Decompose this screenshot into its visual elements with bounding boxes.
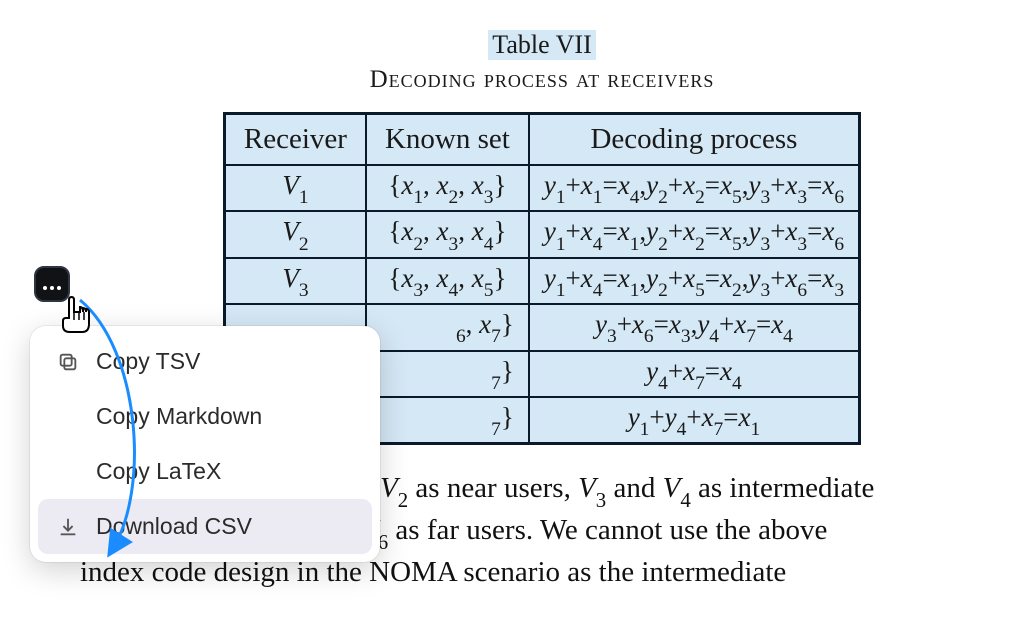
menu-item-label: Copy TSV [96,348,200,375]
cell-decoding: y1+x4=x1,y2+x5=x2,y3+x6=x3 [529,258,860,304]
menu-item-copy-latex[interactable]: Copy LaTeX [38,444,372,499]
menu-item-download-csv[interactable]: Download CSV [38,499,372,554]
table-row: V1 {x1, x2, x3} y1+x1=x4,y2+x2=x5,y3+x3=… [224,165,859,211]
ellipsis-icon [43,286,61,290]
table-number: Table VII [488,30,596,60]
cell-decoding: y4+x7=x4 [529,351,860,397]
col-receiver: Receiver [224,114,366,166]
text: as intermediate [691,472,875,504]
cell-known: 6, x7} [366,304,529,350]
cell-known: 7} [366,397,529,444]
cell-receiver: V2 [224,211,366,257]
table-row: V3 {x3, x4, x5} y1+x4=x1,y2+x5=x2,y3+x6=… [224,258,859,304]
cell-receiver: V3 [224,258,366,304]
cell-receiver: V1 [224,165,366,211]
table-row: V2 {x2, x3, x4} y1+x4=x1,y2+x2=x5,y3+x3=… [224,211,859,257]
menu-item-copy-tsv[interactable]: Copy TSV [38,334,372,389]
text: as near users, [408,472,578,504]
cell-decoding: y1+y4+x7=x1 [529,397,860,444]
col-decoding-process: Decoding process [529,114,860,166]
menu-item-label: Copy Markdown [96,403,262,430]
col-known-set: Known set [366,114,529,166]
cell-decoding: y1+x4=x1,y2+x2=x5,y3+x3=x6 [529,211,860,257]
copy-icon [56,350,80,374]
more-options-button[interactable] [34,266,70,302]
cell-known: {x2, x3, x4} [366,211,529,257]
menu-item-label: Copy LaTeX [96,458,221,485]
table-caption: Table VII Decoding process at receivers [80,30,1004,94]
cell-known: {x1, x2, x3} [366,165,529,211]
download-icon [56,515,80,539]
cell-decoding: y1+x1=x4,y2+x2=x5,y3+x3=x6 [529,165,860,211]
export-menu: Copy TSV Copy Markdown Copy LaTeX Downlo… [30,326,380,562]
cell-known: {x3, x4, x5} [366,258,529,304]
table-title: Decoding process at receivers [80,66,1004,94]
menu-item-copy-markdown[interactable]: Copy Markdown [38,389,372,444]
menu-item-label: Download CSV [96,513,252,540]
text: as far users. We cannot use the above [388,514,827,546]
table-header-row: Receiver Known set Decoding process [224,114,859,166]
cell-decoding: y3+x6=x3,y4+x7=x4 [529,304,860,350]
cell-known: 7} [366,351,529,397]
text: and [606,472,662,504]
